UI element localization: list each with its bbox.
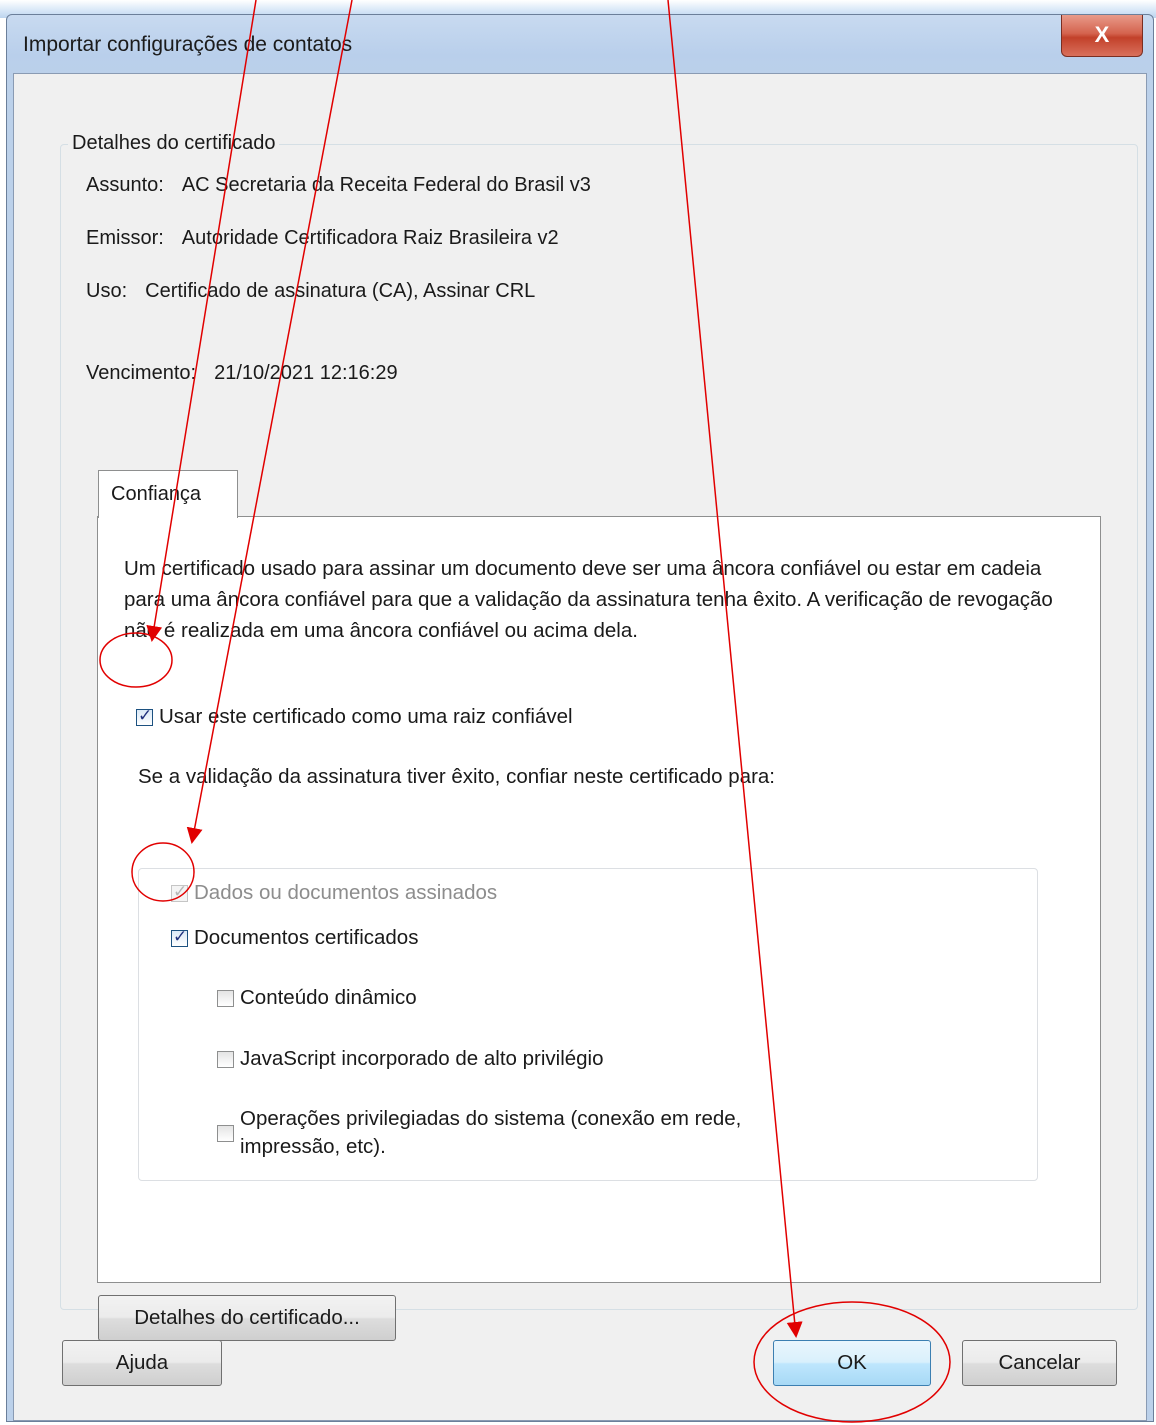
option-dynamic-content-row[interactable]: Conteúdo dinâmico — [217, 986, 417, 1010]
usage-row: Uso: Certificado de assinatura (CA), Assi… — [86, 280, 535, 303]
close-icon: X — [1094, 22, 1110, 47]
dynamic-content-checkbox[interactable] — [217, 989, 234, 1007]
issuer-row: Emissor: Autoridade Certificadora Raiz Br… — [86, 227, 559, 250]
dialog-client-area: Detalhes do certificado Assunto: AC Secre… — [13, 73, 1147, 1421]
privileged-ops-checkbox[interactable] — [217, 1124, 234, 1142]
option-javascript-row[interactable]: JavaScript incorporado de alto privilégi… — [217, 1047, 604, 1071]
expiry-row: Vencimento: 21/10/2021 12:16:29 — [86, 362, 398, 385]
option-certified-docs-row[interactable]: Documentos certificados — [171, 926, 418, 950]
ok-button[interactable]: OK — [773, 1340, 931, 1386]
certified-docs-checkbox[interactable] — [171, 927, 188, 947]
tab-trust-label: Confiança — [111, 483, 202, 505]
use-as-root-checkbox[interactable] — [136, 706, 153, 726]
cancel-button[interactable]: Cancelar — [962, 1340, 1117, 1386]
usage-label: Uso: — [86, 280, 128, 302]
trust-description: Um certificado usado para assinar um doc… — [124, 557, 1053, 642]
help-button[interactable]: Ajuda — [62, 1340, 222, 1386]
use-as-root-label: Usar este certificado como uma raiz conf… — [159, 705, 573, 728]
option-signed-data-row: Dados ou documentos assinados — [171, 881, 497, 905]
javascript-checkbox[interactable] — [217, 1050, 234, 1068]
use-as-root-checkbox-row[interactable]: Usar este certificado como uma raiz conf… — [136, 705, 573, 729]
trust-options-group: Dados ou documentos assinados Documentos… — [138, 868, 1038, 1181]
signed-data-checkbox — [171, 882, 188, 902]
tab-trust[interactable]: Confiança — [98, 470, 238, 518]
subject-value: AC Secretaria da Receita Federal do Bras… — [181, 174, 591, 196]
certified-docs-label: Documentos certificados — [194, 926, 419, 949]
javascript-label: JavaScript incorporado de alto privilégi… — [240, 1047, 604, 1070]
issuer-value: Autoridade Certificadora Raiz Brasileira… — [181, 227, 559, 249]
trust-for-text: Se a validação da assinatura tiver êxito… — [138, 765, 775, 788]
dialog-window: Importar configurações de contatos X Det… — [6, 14, 1154, 1422]
subject-label: Assunto: — [86, 174, 164, 196]
trust-tab-panel: Um certificado usado para assinar um doc… — [97, 516, 1101, 1283]
option-privileged-ops-row[interactable]: Operações privilegiadas do sistema (cone… — [217, 1105, 840, 1161]
issuer-label: Emissor: — [86, 227, 164, 249]
signed-data-label: Dados ou documentos assinados — [194, 881, 498, 904]
expiry-label: Vencimento: — [86, 362, 197, 384]
usage-value: Certificado de assinatura (CA), Assinar … — [145, 280, 536, 302]
dynamic-content-label: Conteúdo dinâmico — [240, 986, 417, 1009]
window-title: Importar configurações de contatos — [23, 33, 353, 56]
close-button[interactable]: X — [1061, 15, 1143, 57]
certificate-details-button[interactable]: Detalhes do certificado... — [98, 1295, 396, 1341]
certificate-details-legend: Detalhes do certificado — [68, 132, 280, 155]
subject-row: Assunto: AC Secretaria da Receita Federal… — [86, 174, 591, 197]
privileged-ops-label: Operações privilegiadas do sistema (cone… — [240, 1107, 742, 1158]
expiry-value: 21/10/2021 12:16:29 — [214, 362, 398, 384]
